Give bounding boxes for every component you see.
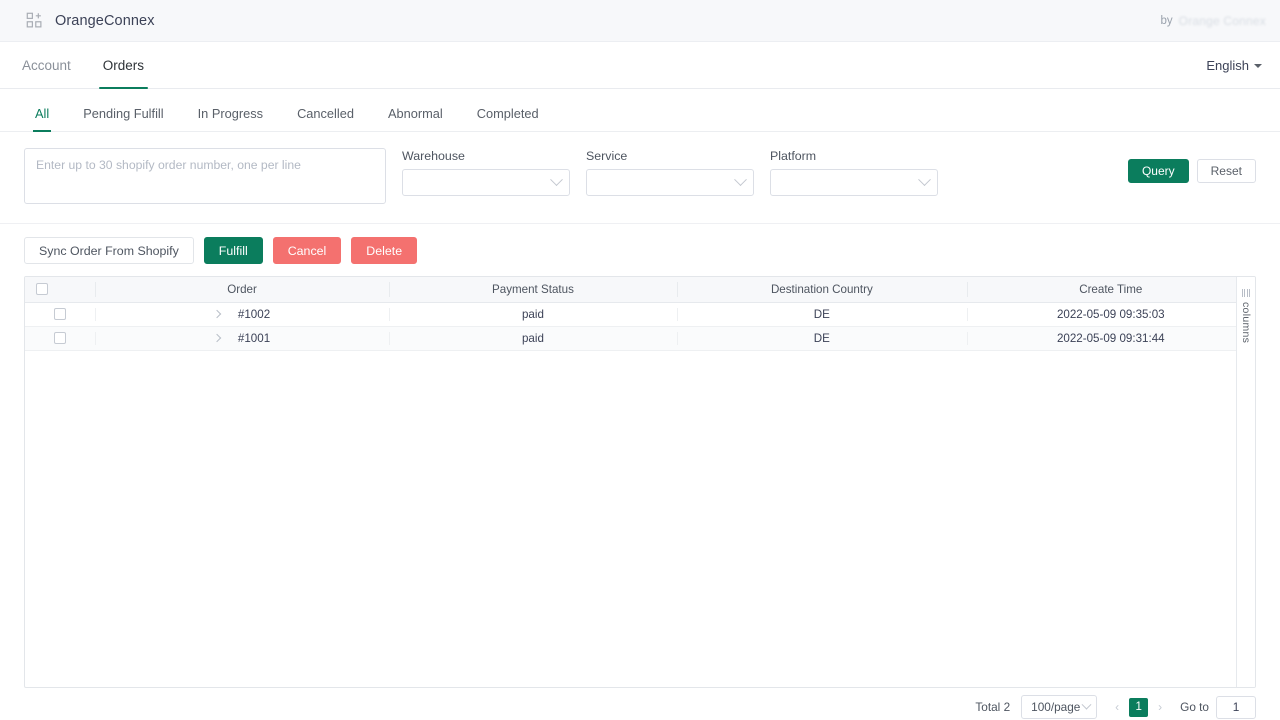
cell-destination-country: DE: [677, 302, 967, 327]
brand-logo-group[interactable]: OrangeConnex: [26, 12, 155, 29]
table-header-row: Order Payment Status Destination Country…: [25, 277, 1255, 303]
query-button[interactable]: Query: [1127, 159, 1189, 183]
prev-page-chevron-left-icon[interactable]: ‹: [1108, 697, 1126, 717]
nav-tab-orders[interactable]: Orders: [87, 42, 160, 89]
chevron-down-icon: [734, 173, 747, 187]
status-tab-pending-fulfill-label: Pending Fulfill: [83, 106, 164, 121]
status-tab-all-label: All: [35, 106, 50, 121]
nav-tab-orders-label: Orders: [102, 57, 145, 73]
service-label: Service: [586, 149, 628, 163]
status-tab-pending-fulfill[interactable]: Pending Fulfill: [66, 96, 180, 131]
by-label: by: [1160, 14, 1173, 27]
language-selector[interactable]: English: [1206, 42, 1262, 88]
goto-label: Go to: [1180, 700, 1209, 714]
warehouse-select[interactable]: [402, 169, 570, 197]
orders-table-body: #1002 paid DE 2022-05-09 09:35:03 #1001 …: [25, 302, 1255, 351]
column-header-destination-country[interactable]: Destination Country: [677, 277, 967, 303]
status-tab-all[interactable]: All: [18, 96, 66, 132]
table-row[interactable]: #1001 paid DE 2022-05-09 09:31:44: [25, 326, 1255, 351]
chevron-down-icon: [1254, 63, 1262, 68]
powered-by-group: by Orange Connex: [1161, 14, 1266, 28]
select-all-checkbox[interactable]: [36, 283, 48, 296]
columns-settings-handle[interactable]: columns: [1236, 277, 1255, 687]
row-checkbox[interactable]: [54, 308, 66, 320]
cancel-button[interactable]: Cancel: [272, 237, 342, 264]
brand-bar: OrangeConnex by Orange Connex: [0, 0, 1280, 42]
columns-handle-label: columns: [1240, 302, 1252, 344]
status-tab-abnormal[interactable]: Abnormal: [371, 96, 460, 131]
select-all-header: [25, 277, 96, 303]
page-navigator: ‹ 1 ›: [1108, 697, 1169, 717]
platform-select[interactable]: [770, 169, 938, 197]
status-tab-completed[interactable]: Completed: [460, 96, 556, 131]
cell-order: #1001: [95, 326, 389, 351]
cell-payment-status: paid: [388, 326, 678, 351]
nav-tab-account-label: Account: [22, 57, 71, 73]
expand-row-chevron-right-icon[interactable]: [212, 309, 222, 319]
order-number: #1001: [237, 331, 271, 345]
chevron-down-icon: [550, 173, 563, 187]
page-number-1[interactable]: 1: [1129, 697, 1149, 717]
reset-button[interactable]: Reset: [1196, 159, 1256, 183]
language-label: English: [1206, 57, 1249, 73]
chevron-down-icon: [1081, 699, 1092, 710]
sync-order-from-shopify-button[interactable]: Sync Order From Shopify: [24, 237, 194, 264]
status-tab-abnormal-label: Abnormal: [387, 106, 443, 121]
row-select-cell: [25, 326, 96, 351]
total-count-label: Total 2: [975, 700, 1011, 714]
table-row[interactable]: #1002 paid DE 2022-05-09 09:35:03: [25, 302, 1255, 327]
platform-label: Platform: [770, 149, 817, 163]
page-size-value: 100/page: [1031, 700, 1081, 714]
orange-connex-logo: Orange Connex: [1178, 13, 1266, 28]
cell-create-time: 2022-05-09 09:35:03: [966, 302, 1255, 327]
status-tab-completed-label: Completed: [476, 106, 539, 121]
page-size-select[interactable]: 100/page: [1021, 695, 1098, 719]
cell-order: #1002: [95, 302, 389, 327]
filter-panel: Warehouse Service Platform Query Reset: [0, 132, 1280, 224]
goto-page-group: Go to: [1180, 695, 1256, 719]
order-status-tabs: All Pending Fulfill In Progress Cancelle…: [0, 96, 1280, 132]
orders-page: All Pending Fulfill In Progress Cancelle…: [0, 96, 1280, 720]
main-navigation: Account Orders English: [0, 42, 1280, 89]
filter-actions: Query Reset: [1127, 148, 1256, 183]
cell-payment-status: paid: [388, 302, 678, 327]
orders-table-head: Order Payment Status Destination Country…: [25, 277, 1255, 303]
service-filter-group: Service: [586, 148, 754, 197]
nav-tab-account[interactable]: Account: [6, 42, 87, 88]
warehouse-label: Warehouse: [402, 149, 465, 163]
expand-row-chevron-right-icon[interactable]: [212, 333, 222, 343]
service-select[interactable]: [586, 169, 754, 197]
next-page-chevron-right-icon[interactable]: ›: [1151, 697, 1169, 717]
status-tab-cancelled-label: Cancelled: [297, 106, 354, 121]
pagination: Total 2 100/page ‹ 1 › Go to: [975, 695, 1256, 719]
status-tab-cancelled[interactable]: Cancelled: [280, 96, 371, 131]
cell-destination-country: DE: [677, 326, 967, 351]
order-numbers-input[interactable]: [24, 148, 386, 204]
chevron-down-icon: [918, 173, 931, 187]
fulfill-button[interactable]: Fulfill: [203, 237, 263, 264]
main-nav-tabs: Account Orders: [0, 42, 160, 89]
app-title: OrangeConnex: [55, 12, 155, 29]
apps-grid-plus-icon: [26, 12, 42, 28]
order-numbers-field-group: [24, 148, 386, 209]
column-header-create-time[interactable]: Create Time: [966, 277, 1255, 303]
orders-table: Order Payment Status Destination Country…: [25, 277, 1255, 351]
platform-filter-group: Platform: [770, 148, 938, 197]
status-tab-in-progress-label: In Progress: [197, 106, 264, 121]
drag-handle-icon: [1241, 289, 1251, 297]
orders-table-container: Order Payment Status Destination Country…: [24, 276, 1256, 688]
column-header-payment-status[interactable]: Payment Status: [388, 277, 678, 303]
row-select-cell: [25, 302, 96, 327]
status-tab-in-progress[interactable]: In Progress: [181, 96, 280, 131]
order-number: #1002: [237, 307, 271, 321]
warehouse-filter-group: Warehouse: [402, 148, 570, 197]
goto-page-input[interactable]: [1216, 695, 1256, 719]
delete-button[interactable]: Delete: [351, 237, 418, 264]
row-checkbox[interactable]: [54, 332, 66, 344]
cell-create-time: 2022-05-09 09:31:44: [966, 326, 1255, 351]
column-header-order[interactable]: Order: [95, 277, 389, 303]
order-actions-toolbar: Sync Order From Shopify Fulfill Cancel D…: [0, 224, 1280, 276]
